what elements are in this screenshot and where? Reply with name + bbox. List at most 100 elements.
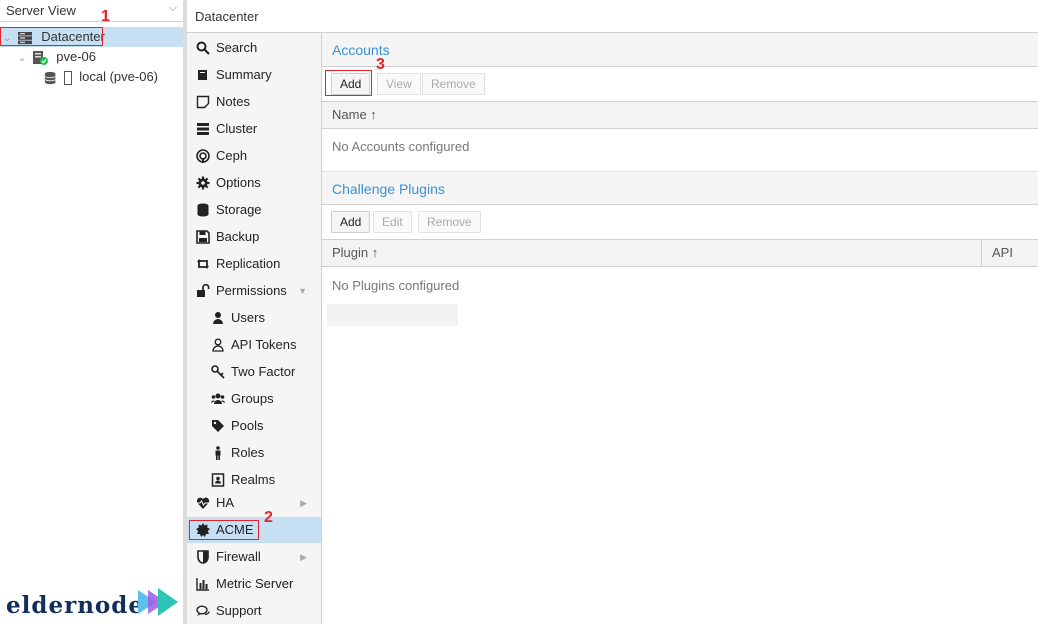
chevron-down-icon[interactable]: ▼ xyxy=(298,278,307,304)
tree-item-label: local (pve-06) xyxy=(79,69,159,84)
comments-icon xyxy=(196,605,210,616)
nav-item-label: Groups xyxy=(231,391,274,406)
add-plugin-button[interactable]: Add xyxy=(331,211,371,233)
tree-item-label: pve-06 xyxy=(56,49,96,64)
nav-item-api-tokens[interactable]: API Tokens xyxy=(187,332,321,358)
nav-item-ha[interactable]: HA ▶ xyxy=(187,490,321,516)
nav-item-label: Roles xyxy=(231,445,265,460)
nav-item-roles[interactable]: Roles xyxy=(187,440,321,466)
nav-item-groups[interactable]: Groups xyxy=(187,386,321,412)
nav-item-users[interactable]: Users xyxy=(187,305,321,331)
nav-item-label: Backup xyxy=(216,229,260,244)
nav-item-two-factor[interactable]: Two Factor xyxy=(187,359,321,385)
nav-item-summary[interactable]: Summary xyxy=(187,62,321,88)
users-icon xyxy=(211,393,225,404)
tags-icon xyxy=(212,420,224,432)
resource-tree: Server View ⌵ ⌄ Datacenter ⌄ pve-06 loca… xyxy=(0,0,183,624)
placeholder-bar xyxy=(327,304,458,326)
gear-icon xyxy=(196,176,210,190)
annotation-box-acme xyxy=(189,520,259,540)
nav-item-search[interactable]: Search xyxy=(187,35,321,61)
nav-item-label: API Tokens xyxy=(231,337,297,352)
plugins-toolbar: Add Edit Remove xyxy=(322,205,1038,239)
bar-chart-icon xyxy=(196,578,209,591)
plugins-empty-text: No Plugins configured xyxy=(332,278,460,293)
nav-item-label: Firewall xyxy=(216,549,261,564)
key-icon xyxy=(211,365,225,379)
content-header: Datacenter xyxy=(187,0,1038,33)
database-icon xyxy=(197,203,209,217)
chevron-right-icon[interactable]: ▶ xyxy=(300,490,307,516)
column-header-api[interactable]: API xyxy=(982,240,1038,266)
database-icon xyxy=(44,71,56,84)
sticky-note-icon xyxy=(196,95,210,109)
column-header-name[interactable]: Name ↑ xyxy=(322,102,1038,128)
annotation-marker-1: 1 xyxy=(101,8,110,25)
nav-item-label: Options xyxy=(216,175,261,190)
accounts-section-title: Accounts xyxy=(322,33,1038,67)
nav-item-label: HA xyxy=(216,495,235,510)
nav-item-storage[interactable]: Storage xyxy=(187,197,321,223)
address-book-icon xyxy=(211,473,225,487)
nav-item-label: Cluster xyxy=(216,121,258,136)
collapse-arrow-icon[interactable]: ⌄ xyxy=(18,49,28,69)
nav-item-options[interactable]: Options xyxy=(187,170,321,196)
eldernode-logo: eldernode xyxy=(4,586,182,624)
nav-item-permissions[interactable]: Permissions ▼ xyxy=(187,278,321,304)
remove-account-button[interactable]: Remove xyxy=(422,73,485,95)
nav-item-label: Permissions xyxy=(216,283,287,298)
nav-item-notes[interactable]: Notes xyxy=(187,89,321,115)
tree-item-node[interactable]: ⌄ pve-06 xyxy=(18,47,96,67)
nav-item-label: Replication xyxy=(216,256,281,271)
plugins-section-title: Challenge Plugins xyxy=(322,171,1038,205)
nav-item-label: Metric Server xyxy=(216,576,294,591)
heartbeat-icon xyxy=(196,497,210,509)
search-icon xyxy=(196,41,210,55)
page-title: Datacenter xyxy=(195,9,259,24)
plugins-grid-header: Plugin ↑ API xyxy=(322,239,1038,267)
chevron-right-icon[interactable]: ▶ xyxy=(300,544,307,570)
column-header-plugin[interactable]: Plugin ↑ xyxy=(322,240,982,266)
nav-item-replication[interactable]: Replication xyxy=(187,251,321,277)
nav-item-label: Support xyxy=(216,603,262,618)
user-icon xyxy=(213,312,223,324)
annotation-marker-3: 3 xyxy=(376,56,385,73)
logo-arrow-icon xyxy=(138,588,178,616)
nav-item-ceph[interactable]: Ceph xyxy=(187,143,321,169)
logo-text: eldernode xyxy=(6,592,144,619)
nav-item-label: Notes xyxy=(216,94,250,109)
view-account-button[interactable]: View xyxy=(377,73,421,95)
ceph-icon xyxy=(196,149,210,163)
nav-item-label: Summary xyxy=(216,67,272,82)
nav-item-label: Two Factor xyxy=(231,364,296,379)
edit-plugin-button[interactable]: Edit xyxy=(373,211,412,233)
unlock-icon xyxy=(197,284,210,297)
nav-item-pools[interactable]: Pools xyxy=(187,413,321,439)
accounts-grid-header: Name ↑ xyxy=(322,101,1038,129)
user-outline-icon xyxy=(212,338,224,352)
annotation-marker-2: 2 xyxy=(264,509,273,526)
accounts-toolbar: Add View Remove xyxy=(322,67,1038,101)
nav-item-backup[interactable]: Backup xyxy=(187,224,321,250)
accounts-empty-text: No Accounts configured xyxy=(332,139,470,154)
node-online-icon xyxy=(32,50,48,65)
nav-item-cluster[interactable]: Cluster xyxy=(187,116,321,142)
annotation-box-add xyxy=(325,70,372,96)
nav-item-support[interactable]: Support xyxy=(187,598,321,624)
book-icon xyxy=(198,70,207,80)
nav-item-firewall[interactable]: Firewall ▶ xyxy=(187,544,321,570)
nav-item-label: Storage xyxy=(216,202,262,217)
nav-item-label: Ceph xyxy=(216,148,248,163)
chevron-down-icon: ⌵ xyxy=(168,2,177,14)
male-icon xyxy=(215,446,221,460)
remove-plugin-button[interactable]: Remove xyxy=(418,211,481,233)
acme-panel: Accounts Add View Remove Name ↑ No Accou… xyxy=(322,33,1038,624)
nav-item-metric-server[interactable]: Metric Server xyxy=(187,571,321,597)
nav-item-label: Users xyxy=(231,310,265,325)
nav-item-label: Search xyxy=(216,40,258,55)
shield-icon xyxy=(197,550,209,564)
annotation-box-datacenter xyxy=(0,27,103,46)
tree-item-storage[interactable]: local (pve-06) xyxy=(44,67,158,87)
floppy-icon xyxy=(196,230,210,244)
view-selector[interactable]: Server View ⌵ xyxy=(0,0,183,22)
